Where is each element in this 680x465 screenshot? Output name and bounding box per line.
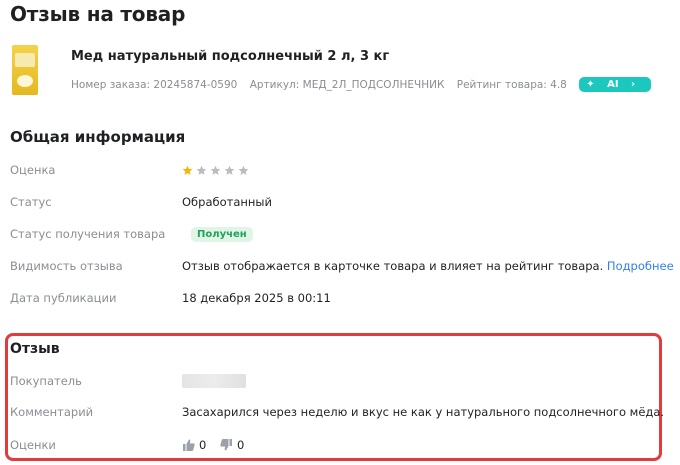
star-empty-icon <box>238 165 249 175</box>
star-filled-icon <box>182 165 193 175</box>
general-info-title: Общая информация <box>10 128 186 146</box>
star-empty-icon <box>210 165 221 175</box>
more-link[interactable]: Подробнее <box>607 259 674 273</box>
order-number: Номер заказа: 20245874-0590 <box>71 79 238 91</box>
buyer-label: Покупатель <box>10 374 82 388</box>
product-rating: Рейтинг товара: 4.8 <box>456 79 567 91</box>
visibility-label: Видимость отзыва <box>10 259 123 273</box>
rating-label: Оценка <box>10 163 56 177</box>
page-title: Отзыв на товар <box>10 2 186 26</box>
comment-row: Комментарий Засахарился через неделю и в… <box>10 405 670 425</box>
date-value: 18 декабря 2025 в 00:11 <box>182 291 331 305</box>
votes-row: Оценки 0 0 <box>10 438 670 458</box>
visibility-text: Отзыв отображается в карточке товара и в… <box>182 259 604 273</box>
star-empty-icon <box>224 165 235 175</box>
status-label: Статус <box>10 195 52 209</box>
date-row: Дата публикации 18 декабря 2025 в 00:11 <box>10 291 670 311</box>
thumb-down-icon <box>220 439 232 451</box>
status-row: Статус Обработанный <box>10 195 670 215</box>
like-vote[interactable]: 0 <box>182 438 206 452</box>
product-name[interactable]: Мед натуральный подсолнечный 2 л, 3 кг <box>71 49 389 64</box>
ai-button[interactable]: ✦ AI › <box>579 77 652 92</box>
dislike-vote[interactable]: 0 <box>220 438 244 452</box>
receipt-row: Статус получения товара Получен <box>10 227 670 247</box>
product-image[interactable] <box>12 45 38 95</box>
receipt-badge: Получен <box>191 227 253 242</box>
rating-row: Оценка <box>10 163 670 183</box>
votes-label: Оценки <box>10 438 56 452</box>
receipt-label: Статус получения товара <box>10 227 166 241</box>
visibility-value: Отзыв отображается в карточке товара и в… <box>182 259 674 273</box>
buyer-value <box>182 374 246 391</box>
star-empty-icon <box>196 165 207 175</box>
votes-value: 0 0 <box>182 438 254 454</box>
status-value: Обработанный <box>182 195 272 209</box>
article: Артикул: МЕД_2Л_ПОДСОЛНЕЧНИК <box>249 79 445 91</box>
buyer-row: Покупатель <box>10 374 670 394</box>
product-meta: Номер заказа: 20245874-0590 Артикул: МЕД… <box>71 77 660 93</box>
rating-stars <box>182 165 249 176</box>
date-label: Дата публикации <box>10 291 117 305</box>
dislikes-count: 0 <box>236 438 245 452</box>
thumb-up-icon <box>183 439 195 451</box>
chevron-right-icon: › <box>631 79 636 90</box>
visibility-row: Видимость отзыва Отзыв отображается в ка… <box>10 259 674 279</box>
comment-label: Комментарий <box>10 405 94 419</box>
review-title: Отзыв <box>10 341 60 357</box>
sparkle-icon: ✦ <box>586 79 595 90</box>
buyer-name-blurred <box>182 374 246 388</box>
comment-value: Засахарился через неделю и вкус не как у… <box>182 405 665 419</box>
ai-label: AI <box>607 79 619 90</box>
likes-count: 0 <box>199 438 207 452</box>
